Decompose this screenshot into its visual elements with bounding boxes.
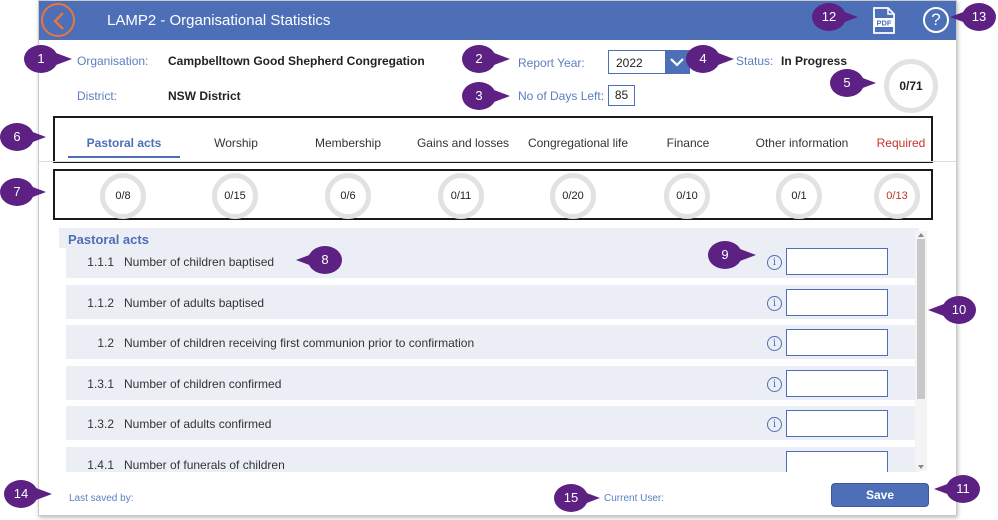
app-title: LAMP2 - Organisational Statistics	[107, 12, 331, 29]
question-row: 1.1.2 Number of adults baptised i	[66, 285, 919, 319]
scroll-down-icon[interactable]	[918, 465, 924, 469]
badge-pointer	[494, 53, 510, 65]
callout-badge-10: 10	[942, 296, 976, 324]
badge-pointer	[494, 90, 510, 102]
report-year-value: 2022	[616, 56, 643, 70]
tab-other-information[interactable]: Other information	[745, 128, 859, 158]
vertical-scrollbar[interactable]	[915, 231, 927, 471]
days-left-value: 85	[608, 85, 635, 106]
back-button[interactable]	[41, 3, 75, 37]
current-user-label: Current User:	[604, 493, 665, 504]
info-icon[interactable]: i	[767, 377, 782, 392]
question-number: 1.2	[97, 336, 114, 350]
tab-congregational-life[interactable]: Congregational life	[518, 128, 638, 158]
tab-finance[interactable]: Finance	[643, 128, 733, 158]
tab-gains-and-losses[interactable]: Gains and losses	[408, 128, 518, 158]
progress-ring-gains-and-losses: 0/11	[438, 173, 484, 219]
tabs-divider	[39, 161, 956, 162]
progress-ring-finance: 0/10	[664, 173, 710, 219]
info-icon[interactable]: i	[767, 336, 782, 351]
scroll-up-icon[interactable]	[918, 233, 924, 237]
question-number: 1.3.2	[87, 417, 114, 431]
tab-membership[interactable]: Membership	[298, 128, 398, 158]
callout-badge-4: 4	[686, 45, 720, 73]
chevron-down-icon[interactable]	[665, 51, 689, 73]
tab-pastoral-acts[interactable]: Pastoral acts	[68, 128, 180, 158]
help-button[interactable]: ?	[923, 7, 949, 33]
progress-ring-congregational-life: 0/20	[550, 173, 596, 219]
scrollbar-thumb[interactable]	[917, 239, 925, 399]
badge-pointer	[56, 53, 72, 65]
callout-badge-6: 6	[0, 123, 34, 151]
answer-input[interactable]	[786, 370, 888, 397]
days-left-label: No of Days Left:	[518, 89, 605, 103]
progress-ring-required: 0/13	[874, 173, 920, 219]
section-progress-row: 0/8 0/15 0/6 0/11 0/20 0/10 0/1 0/13	[53, 169, 933, 220]
callout-badge-11: 11	[946, 475, 980, 503]
organisation-label: Organisation:	[77, 54, 149, 68]
questions-list: Pastoral acts 1.1.1 Number of children b…	[59, 228, 927, 472]
status-label: Status:	[736, 54, 774, 68]
callout-badge-2: 2	[462, 45, 496, 73]
answer-input[interactable]	[786, 289, 888, 316]
callout-badge-5: 5	[830, 69, 864, 97]
question-number: 1.1.2	[87, 296, 114, 310]
status-value: In Progress	[781, 54, 848, 68]
question-number: 1.1.1	[87, 255, 114, 269]
progress-ring-pastoral-acts: 0/8	[100, 173, 146, 219]
info-icon[interactable]: i	[767, 296, 782, 311]
report-year-label: Report Year:	[518, 56, 585, 70]
organisation-value: Campbelltown Good Shepherd Congregation	[168, 54, 425, 68]
total-progress-ring: 0/71	[884, 59, 938, 113]
district-value: NSW District	[168, 89, 241, 103]
save-button[interactable]: Save	[831, 483, 929, 507]
callout-badge-14: 14	[4, 480, 38, 508]
callout-badge-7: 7	[0, 178, 34, 206]
question-row: 1.3.2 Number of adults confirmed i	[66, 406, 919, 440]
callout-badge-8: 8	[308, 246, 342, 274]
progress-ring-membership: 0/6	[325, 173, 371, 219]
question-text: Number of adults baptised	[124, 296, 265, 310]
callout-badge-13: 13	[962, 3, 996, 31]
tab-worship[interactable]: Worship	[186, 128, 286, 158]
screenshot-stage: LAMP2 - Organisational Statistics PDF ? …	[0, 0, 998, 520]
question-number: 1.4.1	[87, 458, 114, 472]
section-tabs: Pastoral acts Worship Membership Gains a…	[53, 116, 933, 163]
question-text: Number of children confirmed	[124, 377, 282, 391]
question-row: 1.2 Number of children receiving first c…	[66, 325, 919, 359]
answer-input[interactable]	[786, 451, 888, 472]
info-icon[interactable]: i	[767, 255, 782, 270]
progress-ring-worship: 0/15	[212, 173, 258, 219]
callout-badge-9: 9	[708, 241, 742, 269]
district-label: District:	[77, 89, 117, 103]
pdf-icon-label: PDF	[877, 19, 892, 28]
answer-input[interactable]	[786, 410, 888, 437]
pdf-export-button[interactable]: PDF	[871, 7, 897, 34]
question-row: 1.4.1 Number of funerals of children	[66, 447, 919, 472]
question-text: Number of children receiving first commu…	[124, 336, 475, 350]
callout-badge-3: 3	[462, 82, 496, 110]
progress-ring-other-information: 0/1	[776, 173, 822, 219]
answer-input[interactable]	[786, 329, 888, 356]
question-text: Number of children baptised	[124, 255, 275, 269]
callout-badge-12: 12	[812, 3, 846, 31]
question-number: 1.3.1	[87, 377, 114, 391]
chevron-left-icon	[53, 12, 64, 30]
badge-pointer	[740, 249, 756, 261]
badge-pointer	[718, 53, 734, 65]
badge-pointer	[36, 488, 52, 500]
app-window: LAMP2 - Organisational Statistics PDF ? …	[38, 0, 957, 516]
question-text: Number of adults confirmed	[124, 417, 272, 431]
report-year-select[interactable]: 2022	[608, 50, 690, 74]
callout-badge-15: 15	[554, 484, 588, 512]
answer-input[interactable]	[786, 248, 888, 275]
question-row: 1.3.1 Number of children confirmed i	[66, 366, 919, 400]
callout-badge-1: 1	[24, 45, 58, 73]
last-saved-label: Last saved by:	[69, 493, 134, 504]
question-text: Number of funerals of children	[124, 458, 285, 472]
tab-required[interactable]: Required	[869, 128, 933, 158]
question-row: 1.1.1 Number of children baptised i	[66, 244, 919, 278]
info-icon[interactable]: i	[767, 417, 782, 432]
pdf-icon: PDF	[873, 7, 895, 34]
